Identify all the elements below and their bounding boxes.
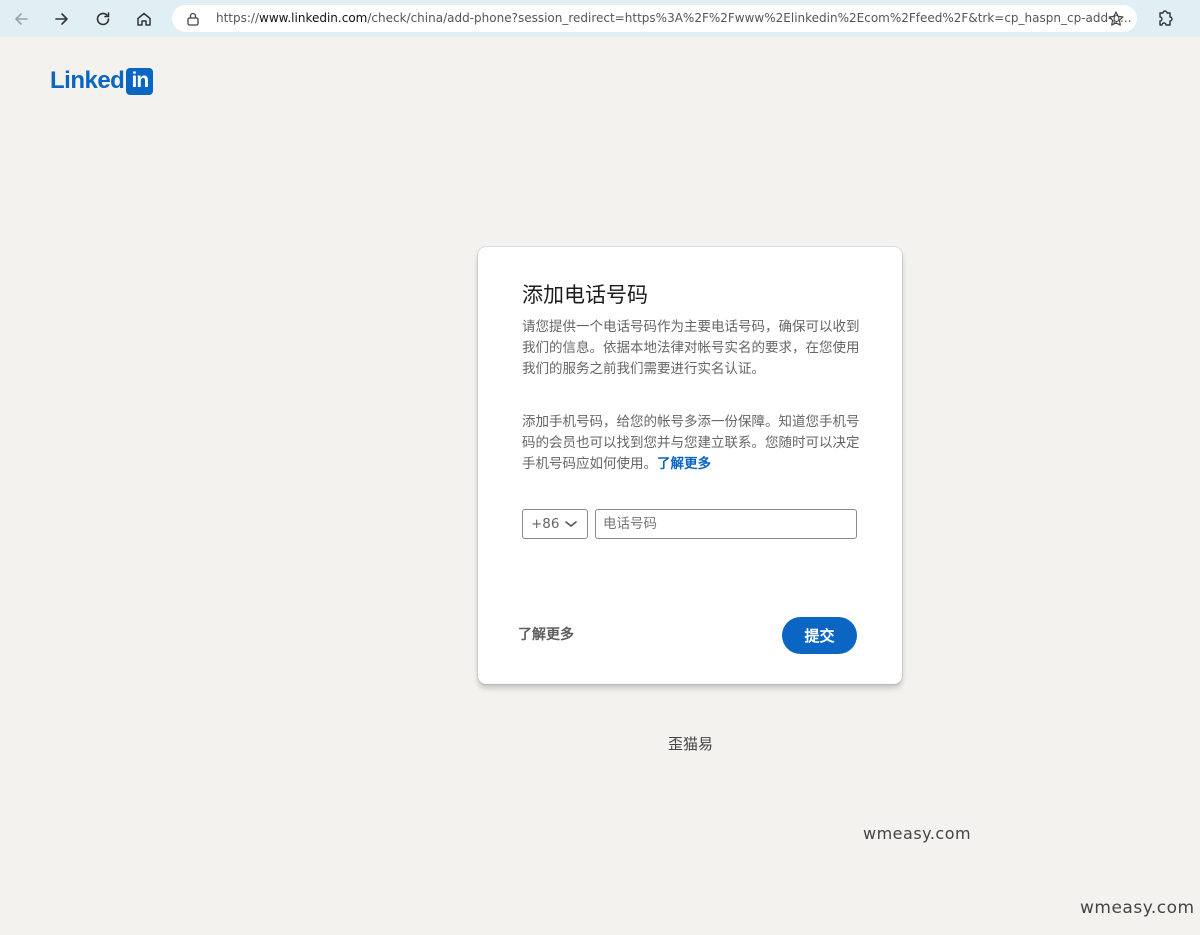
country-code-value: +86 xyxy=(531,516,560,532)
add-phone-card: 添加电话号码 请您提供一个电话号码作为主要电话号码，确保可以收到我们的信息。依据… xyxy=(478,247,902,684)
country-code-select[interactable]: +86 xyxy=(522,509,588,539)
lock-icon[interactable] xyxy=(186,11,200,27)
forward-icon[interactable] xyxy=(49,6,75,32)
footer-text: 歪猫易 xyxy=(668,735,714,753)
browser-toolbar: https://www.linkedin.com/check/china/add… xyxy=(0,0,1200,37)
home-icon[interactable] xyxy=(131,6,157,32)
back-icon[interactable] xyxy=(8,6,34,32)
logo-badge: in xyxy=(126,67,154,95)
star-icon[interactable] xyxy=(1107,10,1125,28)
intro-paragraph: 请您提供一个电话号码作为主要电话号码，确保可以收到我们的信息。依据本地法律对帐号… xyxy=(522,319,860,377)
watermark: wmeasy.com xyxy=(863,824,972,843)
submit-button[interactable]: 提交 xyxy=(782,617,857,654)
watermark: wmeasy.com xyxy=(1080,898,1195,918)
learn-more-button[interactable]: 了解更多 xyxy=(518,624,574,644)
logo-wordmark: Linked xyxy=(50,67,125,94)
address-bar[interactable]: https://www.linkedin.com/check/china/add… xyxy=(172,5,1137,32)
phone-number-input[interactable] xyxy=(595,509,857,539)
card-title: 添加电话号码 xyxy=(522,283,648,307)
chevron-down-icon xyxy=(565,521,577,527)
linkedin-logo[interactable]: Linked in xyxy=(50,67,154,95)
extensions-icon[interactable] xyxy=(1154,8,1176,30)
url-text: https://www.linkedin.com/check/china/add… xyxy=(216,11,1132,25)
info-paragraph: 添加手机号码，给您的帐号多添一份保障。知道您手机号码的会员也可以找到您并与您建立… xyxy=(522,412,862,475)
refresh-icon[interactable] xyxy=(90,6,116,32)
learn-more-link[interactable]: 了解更多 xyxy=(657,456,711,472)
